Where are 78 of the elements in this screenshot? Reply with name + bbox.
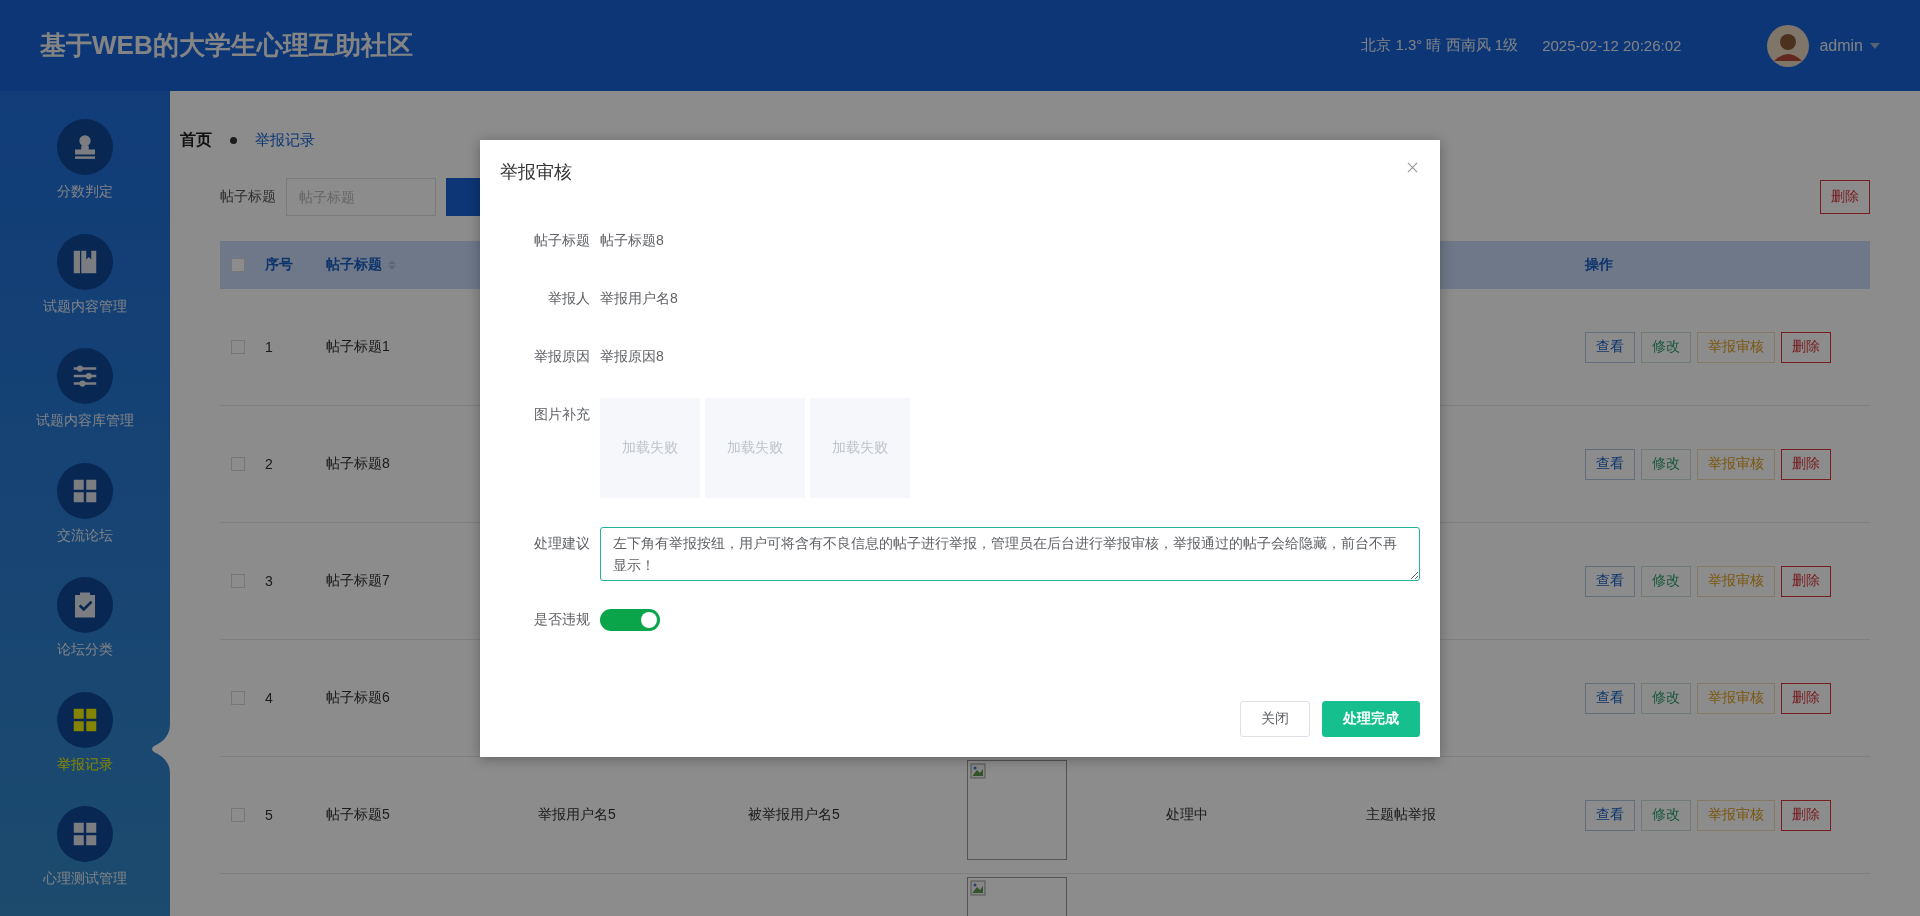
site-title: 基于WEB的大学生心理互助社区 [40,29,413,62]
table-cell: 帖子标题7 [326,572,390,590]
close-icon[interactable] [1407,162,1418,173]
field-value: 举报用户名8 [600,290,678,308]
dialog-title: 举报审核 [500,161,572,184]
delete-button[interactable]: 删除 [1781,331,1831,363]
table-cell: 举报用户名5 [538,806,616,824]
table-cell: 主题帖举报 [1366,806,1436,824]
checkbox[interactable] [231,691,245,705]
avatar-icon[interactable] [1767,24,1810,67]
review-button[interactable]: 举报审核 [1697,448,1775,480]
breadcrumb-home[interactable]: 首页 [180,129,212,151]
edit-button[interactable]: 修改 [1641,448,1691,480]
search-label: 帖子标题 [220,188,276,206]
sidebar-item[interactable]: 举报记录 [0,663,170,778]
sidebar-item[interactable]: 论坛分类 [0,549,170,664]
sidebar-item[interactable]: 分数判定 [0,91,170,206]
field-label: 举报人 [547,290,590,308]
field-label: 图片补充 [533,405,590,424]
broken-image-icon [970,763,986,779]
user-menu[interactable]: admin [1819,36,1863,55]
review-button[interactable]: 举报审核 [1697,799,1775,831]
field-label: 举报原因 [533,348,590,366]
review-button[interactable]: 举报审核 [1697,682,1775,714]
column-header: 操作 [1585,256,1613,274]
column-header[interactable]: 帖子标题 [326,256,382,274]
table-cell: 帖子标题6 [326,689,390,707]
confirm-button[interactable]: 处理完成 [1322,701,1420,737]
review-button[interactable]: 举报审核 [1697,565,1775,597]
broken-image-icon [970,880,986,896]
field-label: 处理建议 [533,534,590,553]
table-cell: 3 [265,573,273,589]
advice-field[interactable]: 左下角有举报按纽，用户可将含有不良信息的帖子进行举报，管理员在后台进行举报审核，举报通过的帖子会给隐藏，前台不再显示！ [600,527,1420,581]
field-value: 举报原因8 [600,348,664,366]
table-cell: 4 [265,690,273,706]
sidebar-item[interactable]: 交流论坛 [0,434,170,549]
review-button[interactable]: 举报审核 [1697,331,1775,363]
delete-button[interactable]: 删除 [1781,799,1831,831]
breadcrumb-current[interactable]: 举报记录 [255,130,315,150]
weather-text: 北京 1.3° 晴 西南风 1级 [1361,36,1519,55]
field-value: 帖子标题8 [600,232,664,250]
edit-button[interactable]: 修改 [1641,799,1691,831]
checkbox[interactable] [231,457,245,471]
edit-button[interactable]: 修改 [1641,331,1691,363]
table-cell: 处理中 [1166,806,1208,824]
sidebar-item[interactable]: 试题内容库管理 [0,320,170,435]
table-cell: 1 [265,339,273,355]
edit-button[interactable]: 修改 [1641,682,1691,714]
delete-button[interactable]: 删除 [1781,682,1831,714]
table-cell: 被举报用户名5 [748,806,840,824]
delete-button[interactable]: 删除 [1820,180,1870,214]
checkbox[interactable] [231,574,245,588]
table-cell: 2 [265,456,273,472]
field-label: 是否违规 [533,611,590,629]
delete-button[interactable]: 删除 [1781,565,1831,597]
table-cell: 帖子标题1 [326,338,390,356]
table-cell: 帖子标题5 [326,806,390,824]
violation-switch[interactable] [600,609,660,631]
view-button[interactable]: 查看 [1585,682,1635,714]
delete-button[interactable]: 删除 [1781,448,1831,480]
checkbox[interactable] [231,340,245,354]
breadcrumb-separator [230,136,237,144]
checkbox[interactable] [231,258,245,272]
date-time: 2025-02-12 20:26:02 [1542,37,1682,54]
field-label: 帖子标题 [533,232,590,250]
caret-icon[interactable] [1870,42,1880,49]
edit-button[interactable]: 修改 [1641,565,1691,597]
view-button[interactable]: 查看 [1585,331,1635,363]
sidebar-item[interactable]: 试题内容管理 [0,205,170,320]
view-button[interactable]: 查看 [1585,565,1635,597]
checkbox[interactable] [231,808,245,822]
table-cell: 5 [265,807,273,823]
column-header[interactable]: 序号 [265,256,293,274]
view-button[interactable]: 查看 [1585,448,1635,480]
view-button[interactable]: 查看 [1585,799,1635,831]
table-cell: 帖子标题8 [326,455,390,473]
close-button[interactable]: 关闭 [1240,701,1310,737]
sidebar-item[interactable]: 心理测试管理 [0,778,170,893]
